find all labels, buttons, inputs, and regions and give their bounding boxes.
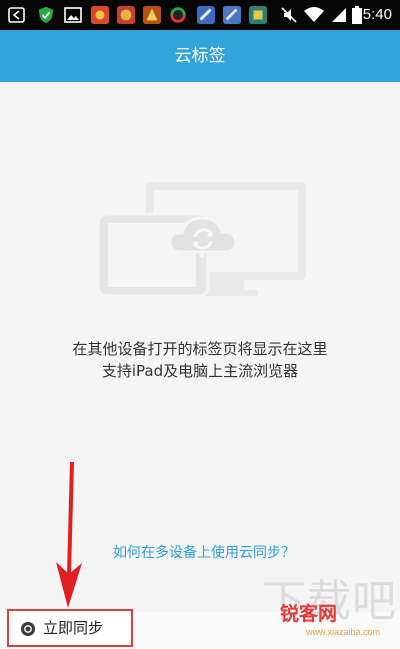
app-icon bbox=[197, 6, 215, 24]
title-bar: 云标签 bbox=[0, 30, 400, 82]
page-title: 云标签 bbox=[174, 46, 226, 66]
signal-icon bbox=[332, 8, 346, 22]
app-icon bbox=[117, 6, 135, 24]
sync-now-button[interactable]: 立即同步 bbox=[7, 609, 133, 647]
app-icon bbox=[249, 6, 267, 24]
shield-icon bbox=[38, 6, 54, 24]
back-icon bbox=[8, 7, 25, 23]
battery-icon bbox=[352, 6, 362, 24]
app-icon bbox=[143, 6, 161, 24]
app-icon bbox=[91, 6, 109, 24]
red-arrow-annotation bbox=[56, 462, 82, 608]
app-icon bbox=[223, 6, 241, 24]
status-time: 5:40 bbox=[362, 6, 392, 23]
empty-state-line-1: 在其他设备打开的标签页将显示在这里 bbox=[72, 340, 328, 358]
app-icon bbox=[169, 6, 187, 24]
sync-icon bbox=[21, 622, 35, 636]
empty-state-line-2: 支持iPad及电脑上主流浏览器 bbox=[101, 362, 299, 380]
wifi-icon bbox=[304, 7, 324, 22]
image-icon bbox=[64, 7, 82, 23]
empty-state-message: 在其他设备打开的标签页将显示在这里 支持iPad及电脑上主流浏览器 bbox=[0, 338, 400, 382]
devices-sync-illustration bbox=[96, 182, 306, 298]
sync-now-label: 立即同步 bbox=[43, 619, 104, 637]
status-bar: 5:40 bbox=[0, 0, 400, 30]
mute-icon bbox=[281, 7, 297, 23]
